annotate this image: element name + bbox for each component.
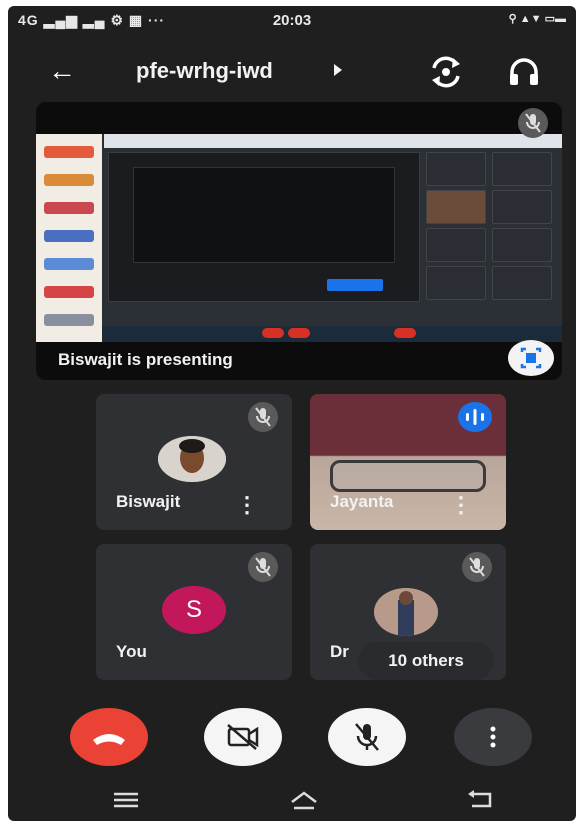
shared-red-button bbox=[288, 328, 310, 338]
shared-video-area bbox=[133, 167, 395, 263]
shared-tile bbox=[426, 152, 486, 186]
shared-meet-window bbox=[108, 152, 420, 302]
avatar bbox=[374, 588, 438, 636]
call-end-icon[interactable] bbox=[70, 708, 148, 766]
status-bar: 4G ▂▄▆ ▂▄ ⚙ ▦ ··· 20:03 ⚲ ▲▼ ▭▬ bbox=[8, 6, 576, 34]
more-vert-icon[interactable]: ⋮ bbox=[236, 494, 258, 516]
shared-tile bbox=[426, 190, 486, 224]
participant-name: Dr bbox=[330, 642, 349, 661]
presentation-tile[interactable]: Biswajit is presenting bbox=[36, 102, 562, 380]
video-glasses bbox=[330, 460, 486, 492]
caret-right-icon[interactable] bbox=[334, 64, 342, 76]
meeting-code[interactable]: pfe-wrhg-iwd bbox=[136, 58, 273, 84]
system-icons: ⚲ ▲▼ ▭▬ bbox=[508, 13, 566, 25]
mic-off-icon bbox=[248, 552, 278, 582]
videocam-off-icon[interactable] bbox=[204, 708, 282, 766]
shared-participant-grid bbox=[426, 152, 556, 302]
participant-name: Jayanta bbox=[330, 492, 394, 511]
slide-thumb bbox=[44, 230, 94, 242]
meet-app-screen: 4G ▂▄▆ ▂▄ ⚙ ▦ ··· 20:03 ⚲ ▲▼ ▭▬ ← pfe-wr… bbox=[8, 6, 576, 821]
menu-icon[interactable] bbox=[106, 786, 146, 814]
slide-thumb bbox=[44, 146, 94, 158]
avatar: S bbox=[162, 586, 226, 634]
participant-tile-you[interactable]: S You bbox=[96, 544, 292, 680]
participant-tile-biswajit[interactable]: Biswajit ⋮ bbox=[96, 394, 292, 530]
slide-thumb bbox=[44, 286, 94, 298]
headphones-icon[interactable] bbox=[504, 52, 544, 92]
shared-tile bbox=[492, 228, 552, 262]
shared-red-button bbox=[394, 328, 416, 338]
presenting-label: Biswajit is presenting bbox=[58, 350, 233, 369]
home-icon[interactable] bbox=[284, 786, 324, 814]
slide-thumb bbox=[44, 314, 94, 326]
mic-off-icon[interactable] bbox=[328, 708, 406, 766]
slide-thumb bbox=[44, 258, 94, 270]
return-icon[interactable] bbox=[460, 786, 500, 814]
shared-button bbox=[327, 279, 383, 291]
others-count-pill[interactable]: 10 others bbox=[358, 642, 494, 680]
shared-taskbar bbox=[102, 326, 562, 342]
fullscreen-icon[interactable] bbox=[508, 340, 554, 376]
slide-thumb bbox=[44, 202, 94, 214]
more-vert-icon[interactable]: ⋮ bbox=[450, 494, 472, 516]
back-arrow-icon[interactable]: ← bbox=[48, 56, 76, 86]
slide-thumb bbox=[44, 174, 94, 186]
mic-off-icon bbox=[462, 552, 492, 582]
clock: 20:03 bbox=[272, 12, 312, 29]
participant-name: You bbox=[116, 642, 147, 661]
shared-tile bbox=[426, 266, 486, 300]
participant-name: Biswajit bbox=[116, 492, 181, 511]
shared-tile bbox=[492, 190, 552, 224]
mic-off-icon bbox=[248, 402, 278, 432]
participant-tile-jayanta[interactable]: Jayanta ⋮ bbox=[310, 394, 506, 530]
browser-bar bbox=[104, 134, 562, 148]
slide-thumbnails bbox=[36, 134, 102, 342]
more-vert-icon[interactable] bbox=[454, 708, 532, 766]
shared-red-button bbox=[262, 328, 284, 338]
shared-tile bbox=[426, 228, 486, 262]
switch-camera-icon[interactable] bbox=[426, 52, 466, 92]
mic-off-icon bbox=[518, 108, 548, 138]
shared-tile bbox=[492, 152, 552, 186]
top-bar: ← pfe-wrhg-iwd bbox=[8, 46, 576, 98]
system-nav-bar bbox=[8, 782, 576, 818]
shared-tile bbox=[492, 266, 552, 300]
shared-screen bbox=[36, 134, 562, 342]
avatar bbox=[158, 436, 226, 482]
speaking-icon bbox=[458, 402, 492, 432]
